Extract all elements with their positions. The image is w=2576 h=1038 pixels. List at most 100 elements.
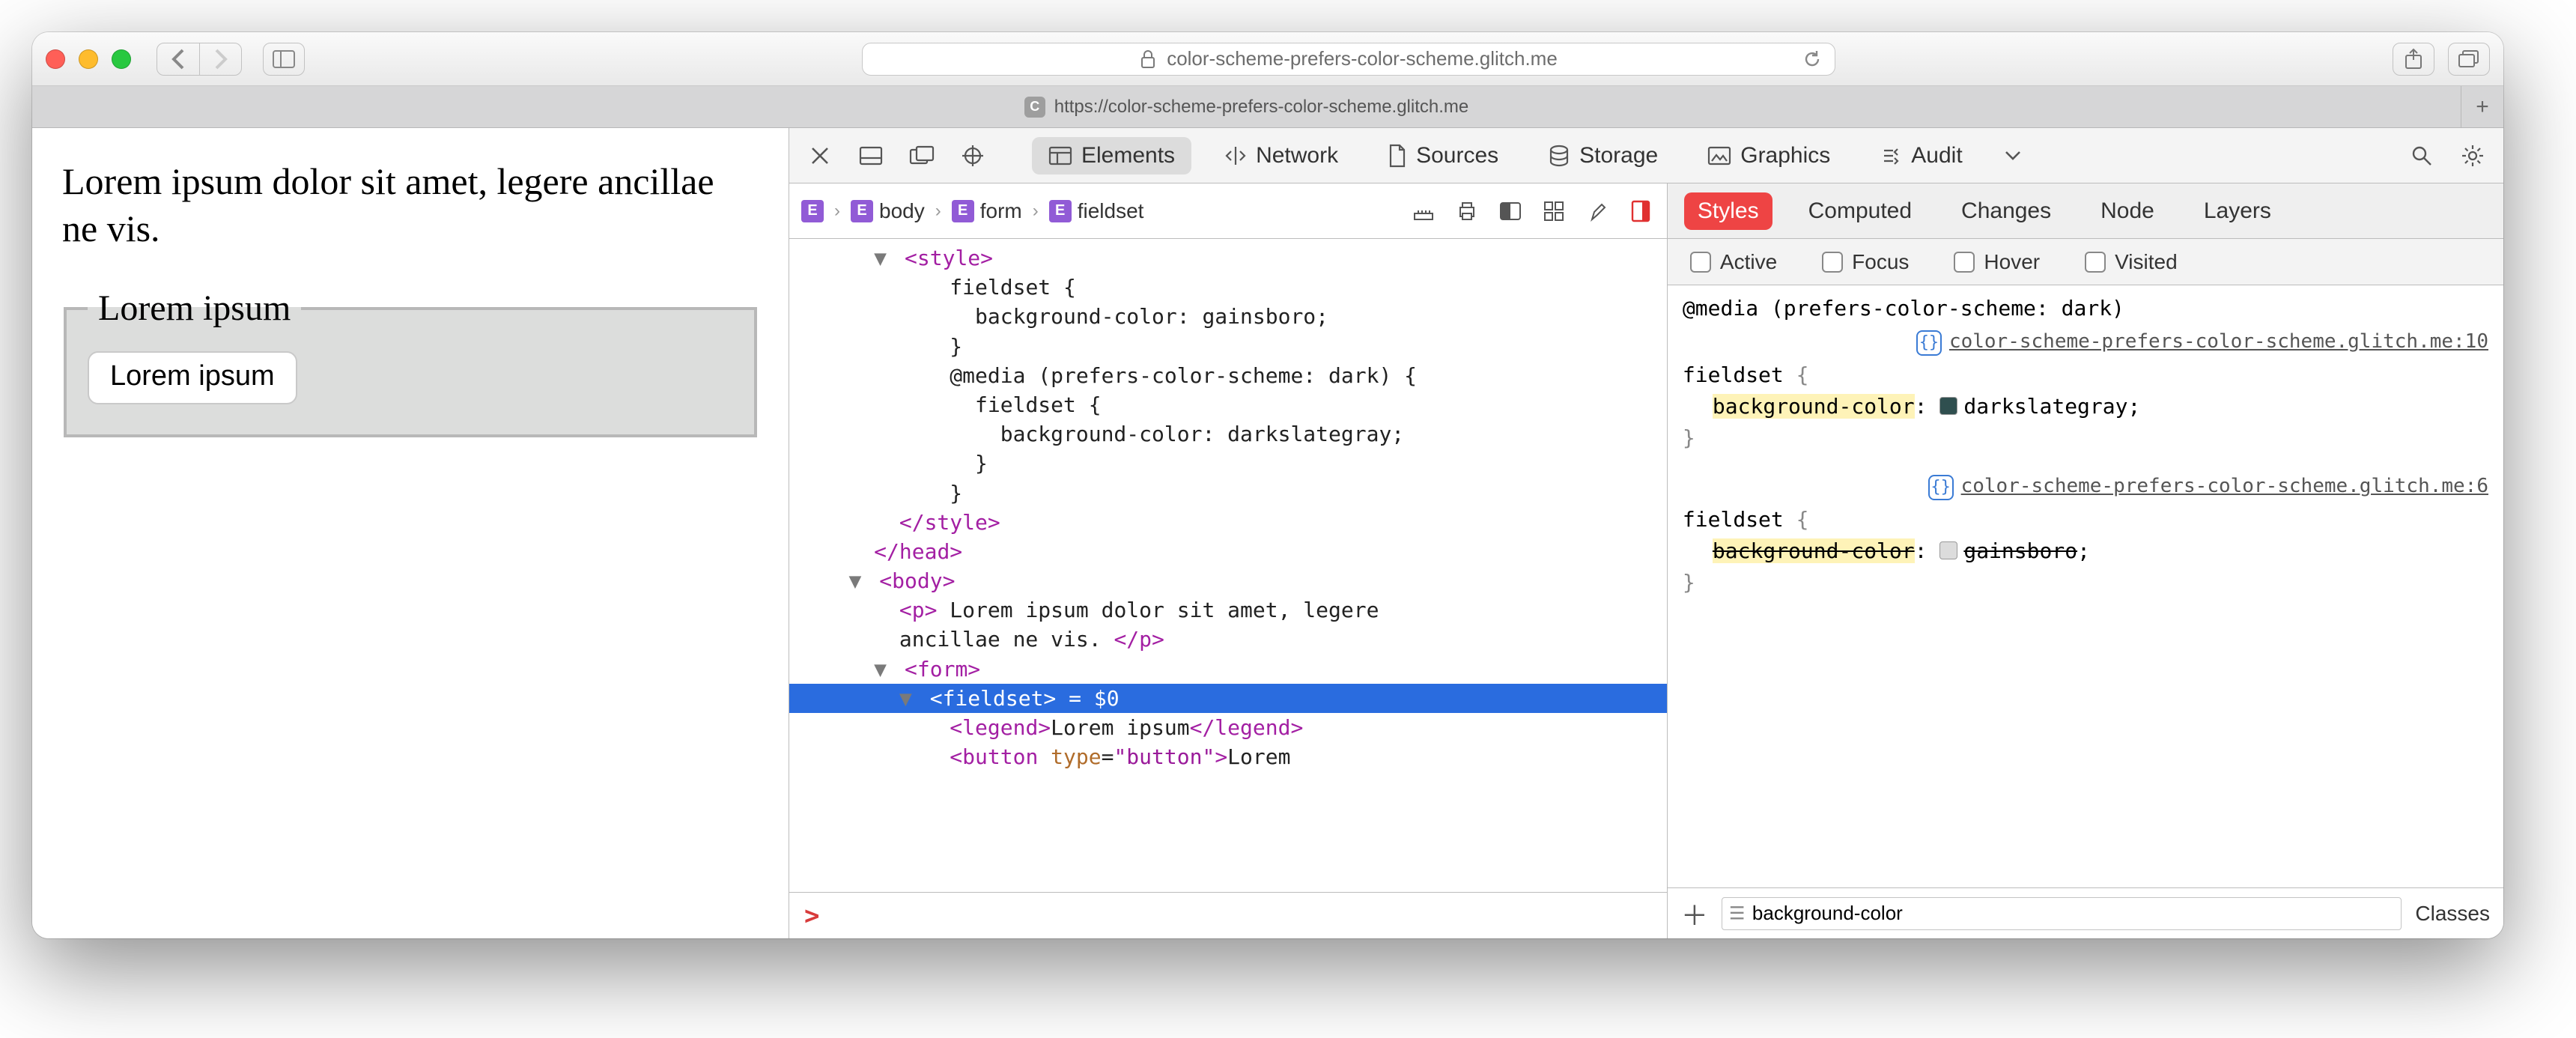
elements-tab-icon: [1048, 146, 1072, 166]
tabs-overview-button[interactable]: [2448, 43, 2490, 76]
styles-tab-node[interactable]: Node: [2087, 192, 2168, 230]
dom-line[interactable]: </style>: [789, 508, 1667, 537]
address-bar-text: color-scheme-prefers-color-scheme.glitch…: [1167, 47, 1558, 70]
new-rule-button[interactable]: ＋: [1681, 894, 1708, 933]
dom-line[interactable]: ▼ <body>: [789, 566, 1667, 595]
dom-tree[interactable]: ▼ <style> fieldset { background-color: g…: [789, 239, 1667, 892]
breadcrumb-root[interactable]: E: [801, 200, 824, 222]
rule-decl-2[interactable]: background-color: gainsboro;: [1683, 535, 2488, 567]
dom-line[interactable]: }: [789, 332, 1667, 361]
close-window-button[interactable]: [46, 49, 65, 69]
rule-selector-2: fieldset {: [1683, 504, 2488, 535]
address-bar[interactable]: color-scheme-prefers-color-scheme.glitch…: [862, 43, 1835, 76]
dom-line[interactable]: <p> Lorem ipsum dolor sit amet, legere: [789, 595, 1667, 625]
ruler-icon[interactable]: [1409, 197, 1438, 225]
tab-elements[interactable]: Elements: [1032, 137, 1191, 174]
dom-line[interactable]: background-color: darkslategray;: [789, 419, 1667, 449]
back-button[interactable]: [157, 43, 199, 75]
storage-tab-icon: [1548, 145, 1570, 167]
zoom-window-button[interactable]: [112, 49, 131, 69]
devtools-toolbar: Elements Network Sources Storage Graphic…: [789, 128, 2503, 183]
new-tab-button[interactable]: +: [2461, 86, 2503, 127]
traffic-lights: [46, 49, 131, 69]
pseudo-class-bar: Active Focus Hover Visited: [1668, 239, 2503, 285]
dom-line[interactable]: ▼ <form>: [789, 655, 1667, 684]
dom-line[interactable]: background-color: gainsboro;: [789, 302, 1667, 331]
settings-gear-icon[interactable]: [2455, 139, 2490, 173]
elements-panel: E › Ebody › Eform › Efieldset: [789, 183, 1668, 938]
rule-media: @media (prefers-color-scheme: dark): [1683, 293, 2488, 324]
print-styles-icon[interactable]: [1453, 197, 1481, 225]
more-tabs-icon[interactable]: [1996, 139, 2030, 173]
tab-audit[interactable]: Audit: [1863, 137, 1978, 174]
console-strip[interactable]: >: [789, 892, 1667, 938]
dom-line[interactable]: <button type="button">Lorem: [789, 742, 1667, 771]
dock-bottom-icon[interactable]: [854, 139, 888, 173]
minimize-window-button[interactable]: [79, 49, 98, 69]
dom-line[interactable]: ancillae ne vis. </p>: [789, 625, 1667, 654]
share-button[interactable]: [2393, 43, 2434, 76]
reload-icon[interactable]: [1802, 49, 1823, 70]
tab-label: https://color-scheme-prefers-color-schem…: [1054, 97, 1469, 118]
breadcrumb-body[interactable]: Ebody: [851, 199, 925, 223]
inspect-element-icon[interactable]: [956, 139, 990, 173]
graphics-tab-icon: [1707, 146, 1731, 166]
browser-tab[interactable]: C https://color-scheme-prefers-color-sch…: [32, 86, 2461, 127]
tab-graphics[interactable]: Graphics: [1691, 137, 1847, 174]
pseudo-focus[interactable]: Focus: [1822, 250, 1909, 274]
force-appearance-icon[interactable]: [1496, 197, 1525, 225]
close-devtools-icon[interactable]: [803, 139, 837, 173]
dom-line[interactable]: fieldset {: [789, 390, 1667, 419]
dom-line[interactable]: @media (prefers-color-scheme: dark) {: [789, 361, 1667, 390]
breadcrumb-bar: E › Ebody › Eform › Efieldset: [789, 183, 1667, 239]
tab-sources[interactable]: Sources: [1371, 137, 1515, 174]
breadcrumb-fieldset[interactable]: Efieldset: [1049, 199, 1144, 223]
nav-back-forward: [157, 43, 242, 76]
browser-window: color-scheme-prefers-color-scheme.glitch…: [32, 32, 2503, 938]
page-fieldset: Lorem ipsum Lorem ipsum: [64, 288, 757, 437]
styles-tab-layers[interactable]: Layers: [2190, 192, 2285, 230]
styles-tab-changes[interactable]: Changes: [1948, 192, 2065, 230]
network-tab-icon: [1224, 145, 1247, 167]
styles-sidebar: Styles Computed Changes Node Layers Acti…: [1668, 183, 2503, 938]
rule-decl-1[interactable]: background-color: darkslategray;: [1683, 391, 2488, 422]
dom-line[interactable]: ▼ <fieldset> = $0: [789, 684, 1667, 713]
styles-sidebar-toggle-icon[interactable]: [1626, 197, 1655, 225]
rule-source-link-1[interactable]: {}color-scheme-prefers-color-scheme.glit…: [1683, 327, 2488, 356]
page-button[interactable]: Lorem ipsum: [88, 351, 297, 404]
tab-network[interactable]: Network: [1208, 137, 1355, 174]
dom-line[interactable]: }: [789, 479, 1667, 508]
paint-flashing-icon[interactable]: [1583, 197, 1611, 225]
css-rules[interactable]: @media (prefers-color-scheme: dark) {}co…: [1668, 285, 2503, 887]
sources-tab-icon: [1388, 144, 1407, 168]
dom-line[interactable]: <legend>Lorem ipsum</legend>: [789, 713, 1667, 742]
compositing-borders-icon[interactable]: [1540, 197, 1568, 225]
titlebar: color-scheme-prefers-color-scheme.glitch…: [32, 32, 2503, 86]
audit-tab-icon: [1880, 145, 1902, 167]
elements-toolbar-icons: [1409, 197, 1655, 225]
devtools: Elements Network Sources Storage Graphic…: [789, 128, 2503, 938]
classes-toggle[interactable]: Classes: [2415, 902, 2490, 926]
sidebar-toggle-button[interactable]: [263, 43, 305, 76]
tab-storage[interactable]: Storage: [1531, 137, 1674, 174]
forward-button[interactable]: [199, 43, 241, 75]
pseudo-visited[interactable]: Visited: [2085, 250, 2178, 274]
titlebar-right: [2393, 43, 2490, 76]
tab-strip: C https://color-scheme-prefers-color-sch…: [32, 86, 2503, 128]
dom-line[interactable]: }: [789, 449, 1667, 478]
page-legend: Lorem ipsum: [88, 288, 301, 329]
rule-source-link-2[interactable]: {}color-scheme-prefers-color-scheme.glit…: [1683, 472, 2488, 501]
pseudo-active[interactable]: Active: [1690, 250, 1777, 274]
filter-icon: ☰: [1729, 902, 1746, 924]
styles-filter-input[interactable]: [1722, 897, 2402, 930]
dom-line[interactable]: </head>: [789, 537, 1667, 566]
styles-tab-styles[interactable]: Styles: [1684, 192, 1772, 230]
dom-line[interactable]: ▼ <style>: [789, 243, 1667, 273]
breadcrumb-form[interactable]: Eform: [952, 199, 1022, 223]
pseudo-hover[interactable]: Hover: [1954, 250, 2040, 274]
styles-tab-computed[interactable]: Computed: [1795, 192, 1925, 230]
dom-line[interactable]: fieldset {: [789, 273, 1667, 302]
search-icon[interactable]: [2405, 139, 2439, 173]
dock-side-icon[interactable]: [905, 139, 939, 173]
rule-selector-1: fieldset {: [1683, 359, 2488, 391]
